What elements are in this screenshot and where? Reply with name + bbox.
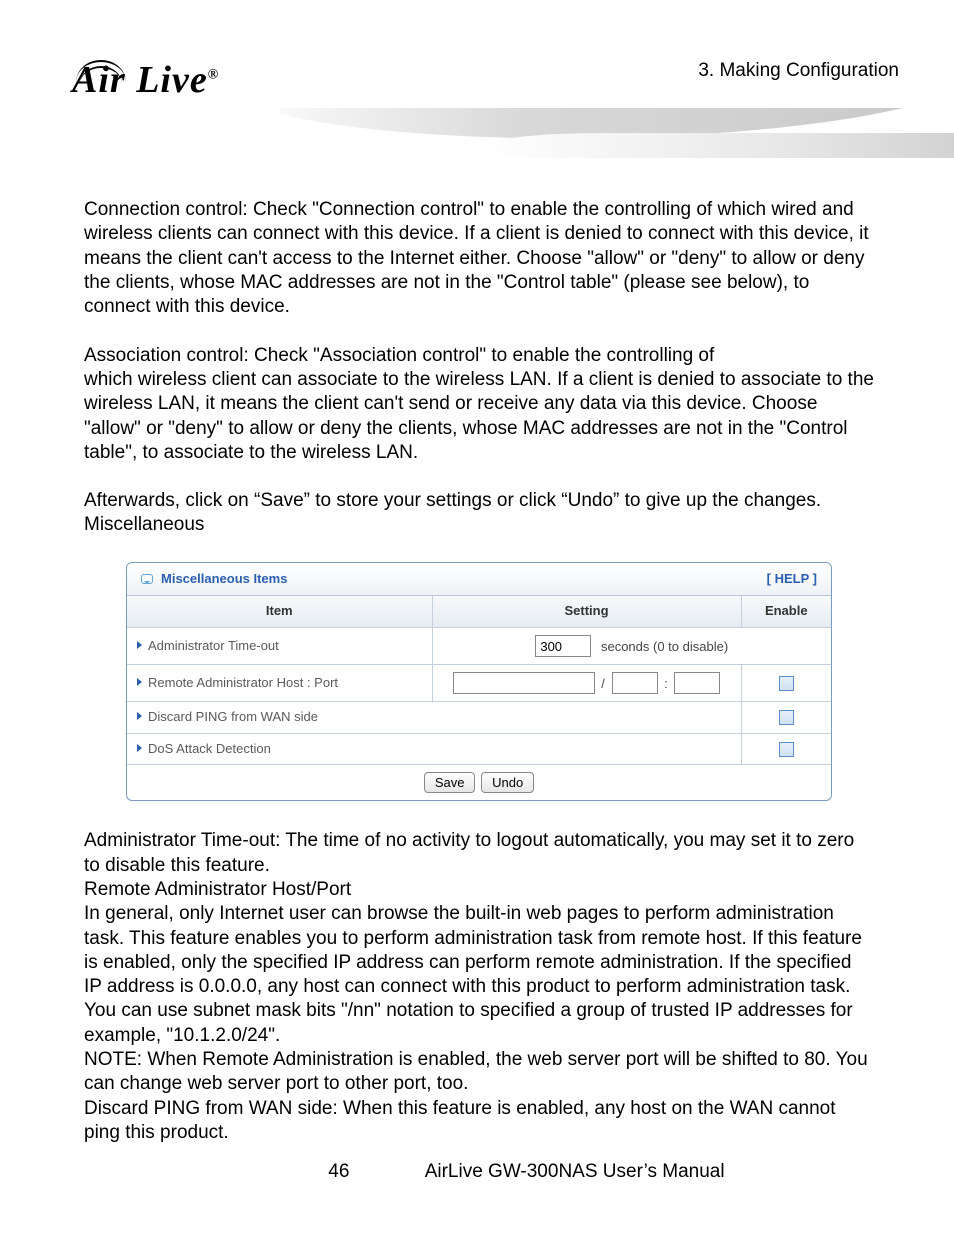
undo-button[interactable]: Undo: [481, 772, 534, 793]
chapter-title: 3. Making Configuration: [698, 60, 899, 82]
misc-table: Item Setting Enable Administrator Time-o…: [127, 596, 831, 800]
remote-admin-label: Remote Administrator Host : Port: [148, 675, 338, 690]
paragraph-save-misc: Afterwards, click on “Save” to store you…: [84, 489, 874, 538]
table-header-row: Item Setting Enable: [127, 596, 831, 627]
dos-detection-label: DoS Attack Detection: [148, 741, 271, 756]
triangle-icon: [137, 678, 142, 686]
airlive-logo: Air Live®: [72, 58, 219, 102]
save-button[interactable]: Save: [424, 772, 476, 793]
dos-enable-checkbox[interactable]: [779, 742, 794, 757]
slash-separator: /: [601, 676, 605, 691]
remote-host-input[interactable]: [453, 672, 595, 694]
misc-items-panel: Miscellaneous Items [ HELP ] Item Settin…: [126, 562, 832, 802]
col-setting: Setting: [432, 596, 741, 627]
ping-enable-checkbox[interactable]: [779, 710, 794, 725]
triangle-icon: [137, 712, 142, 720]
col-enable: Enable: [741, 596, 831, 627]
paragraph-connection-control: Connection control: Check "Connection co…: [84, 198, 874, 320]
row-remote-admin: Remote Administrator Host : Port / :: [127, 665, 831, 702]
panel-titlebar: Miscellaneous Items [ HELP ]: [127, 563, 831, 597]
page-number: 46: [229, 1161, 349, 1183]
row-buttons: Save Undo: [127, 765, 831, 801]
page-content: Connection control: Check "Connection co…: [0, 170, 954, 1145]
remote-enable-checkbox[interactable]: [779, 676, 794, 691]
remote-mask-input[interactable]: [612, 672, 658, 694]
page-header: 3. Making Configuration Air Live®: [0, 0, 954, 170]
bubble-icon: [141, 574, 153, 584]
col-item: Item: [127, 596, 432, 627]
help-link[interactable]: [ HELP ]: [767, 571, 817, 588]
row-dos-detection: DoS Attack Detection: [127, 733, 831, 765]
admin-timeout-label: Administrator Time-out: [148, 638, 279, 653]
colon-separator: :: [664, 676, 668, 691]
triangle-icon: [137, 744, 142, 752]
paragraph-association-control: Association control: Check "Association …: [84, 344, 874, 466]
panel-title-text: Miscellaneous Items: [161, 571, 287, 588]
discard-ping-label: Discard PING from WAN side: [148, 709, 318, 724]
admin-timeout-input[interactable]: [535, 635, 591, 657]
panel-title-left: Miscellaneous Items: [141, 571, 287, 588]
timeout-suffix: seconds (0 to disable): [601, 639, 728, 654]
row-discard-ping: Discard PING from WAN side: [127, 702, 831, 734]
footer-title: AirLive GW-300NAS User’s Manual: [425, 1161, 725, 1183]
triangle-icon: [137, 641, 142, 649]
header-swoosh-graphic: [280, 108, 954, 158]
remote-port-input[interactable]: [674, 672, 720, 694]
page-footer: 46 AirLive GW-300NAS User’s Manual: [0, 1161, 954, 1183]
logo-text: Air Live: [72, 59, 208, 101]
paragraph-explanations: Administrator Time-out: The time of no a…: [84, 829, 874, 1145]
row-admin-timeout: Administrator Time-out seconds (0 to dis…: [127, 628, 831, 665]
logo-registered: ®: [208, 67, 219, 82]
